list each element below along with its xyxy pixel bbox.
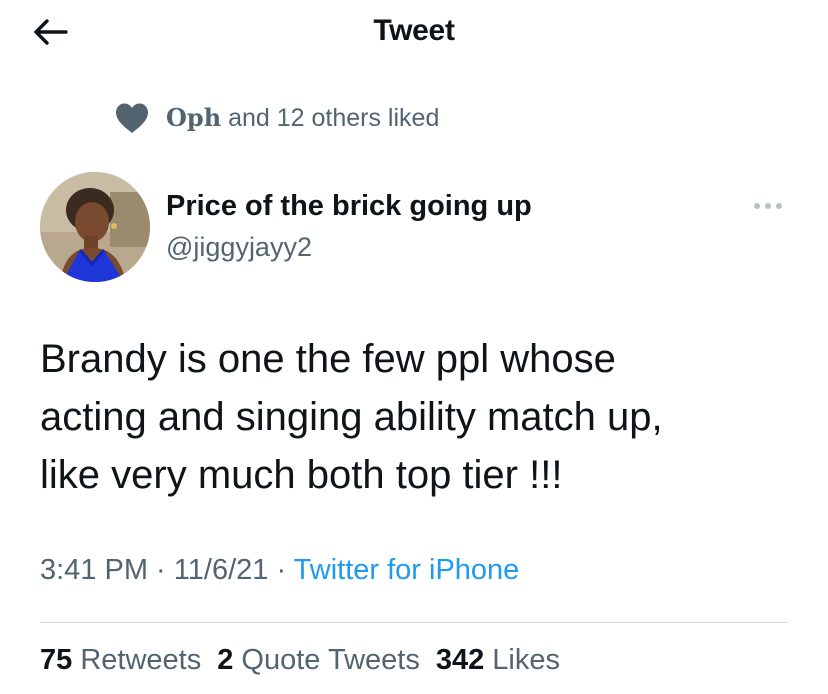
retweets-count: 75 <box>40 644 73 676</box>
meta-separator: · <box>148 554 174 586</box>
more-button[interactable] <box>748 194 788 218</box>
tweet-date[interactable]: 11/6/21 <box>174 554 269 586</box>
social-context-text: Oph and 12 others liked <box>166 103 439 133</box>
quotes-label: Quote Tweets <box>241 644 420 676</box>
heart-icon <box>112 98 152 138</box>
tweet-meta: 3:41 PM · 11/6/21 · Twitter for iPhone <box>40 554 519 587</box>
quotes-count: 2 <box>217 644 234 676</box>
page-title: Tweet <box>373 14 455 47</box>
top-bar: Tweet <box>0 0 828 64</box>
tweet-source-link[interactable]: Twitter for iPhone <box>294 554 520 586</box>
social-context[interactable]: Oph and 12 others liked <box>112 98 439 138</box>
retweets-label: Retweets <box>80 644 202 676</box>
display-name[interactable]: Price of the brick going up <box>166 190 532 223</box>
engagement-stats: 75 Retweets 2 Quote Tweets 342 Likes <box>40 644 560 677</box>
avatar[interactable] <box>40 172 150 282</box>
more-dots-icon <box>754 203 782 209</box>
meta-separator: · <box>268 554 294 586</box>
social-context-name[interactable]: Oph <box>166 103 221 132</box>
retweets-stat[interactable]: 75 Retweets <box>40 644 201 677</box>
tweet-text-line: acting and singing ability match up, <box>40 395 663 439</box>
tweet-time[interactable]: 3:41 PM <box>40 554 148 586</box>
likes-count: 342 <box>435 644 485 676</box>
quote-tweets-stat[interactable]: 2 Quote Tweets <box>217 644 420 677</box>
likes-stat[interactable]: 342 Likes <box>436 644 560 677</box>
likes-label: Likes <box>492 644 560 676</box>
user-handle[interactable]: @jiggyjayy2 <box>166 232 312 263</box>
author-row: Price of the brick going up @jiggyjayy2 <box>40 168 788 288</box>
divider <box>40 622 788 623</box>
tweet-text-line: like very much both top tier !!! <box>40 453 563 497</box>
tweet-text: Brandy is one the few ppl whose acting a… <box>40 330 800 504</box>
tweet-text-line: Brandy is one the few ppl whose <box>40 337 616 381</box>
social-context-rest: and 12 others liked <box>221 104 440 132</box>
